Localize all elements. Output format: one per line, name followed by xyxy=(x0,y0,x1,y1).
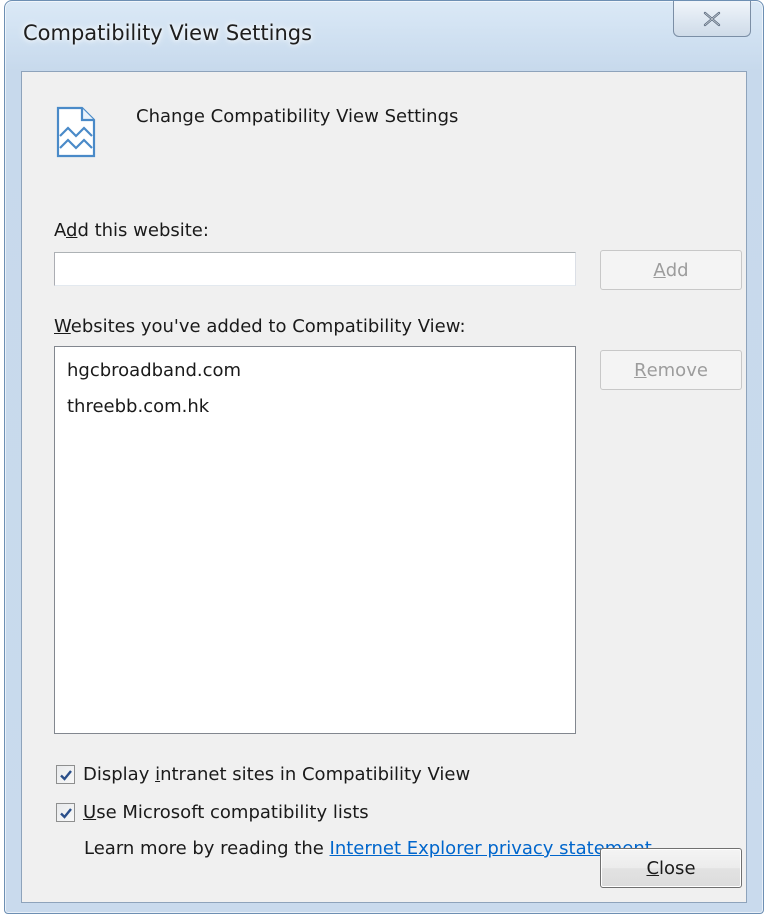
title-bar[interactable]: Compatibility View Settings xyxy=(5,1,763,71)
remove-button[interactable]: Remove xyxy=(600,350,742,390)
dialog-window: Compatibility View Settings Change Compa… xyxy=(4,0,764,914)
checkmark-icon xyxy=(59,807,72,819)
privacy-info-text: Learn more by reading the Internet Explo… xyxy=(84,838,652,859)
title-close-button[interactable] xyxy=(673,1,751,37)
intranet-checkbox[interactable] xyxy=(56,765,75,784)
add-website-input[interactable] xyxy=(54,252,576,286)
intranet-option[interactable]: Display intranet sites in Compatibility … xyxy=(56,764,470,785)
header-text: Change Compatibility View Settings xyxy=(136,106,459,127)
list-item[interactable]: threebb.com.hk xyxy=(55,389,575,425)
microsoft-lists-label: Use Microsoft compatibility lists xyxy=(83,802,369,823)
microsoft-lists-checkbox[interactable] xyxy=(56,803,75,822)
websites-list-label: Websites you've added to Compatibility V… xyxy=(54,316,466,337)
close-button[interactable]: Close xyxy=(600,848,742,888)
intranet-label: Display intranet sites in Compatibility … xyxy=(83,764,471,785)
checkmark-icon xyxy=(59,769,72,781)
close-icon xyxy=(703,11,721,26)
add-button[interactable]: Add xyxy=(600,250,742,290)
window-title: Compatibility View Settings xyxy=(23,21,313,45)
websites-listbox[interactable]: hgcbroadband.com threebb.com.hk xyxy=(54,346,576,734)
dialog-client-area: Change Compatibility View Settings Add t… xyxy=(21,71,747,903)
compatibility-view-icon xyxy=(56,106,96,158)
list-item[interactable]: hgcbroadband.com xyxy=(55,353,575,389)
add-website-label: Add this website: xyxy=(54,220,209,241)
microsoft-lists-option[interactable]: Use Microsoft compatibility lists xyxy=(56,802,369,823)
